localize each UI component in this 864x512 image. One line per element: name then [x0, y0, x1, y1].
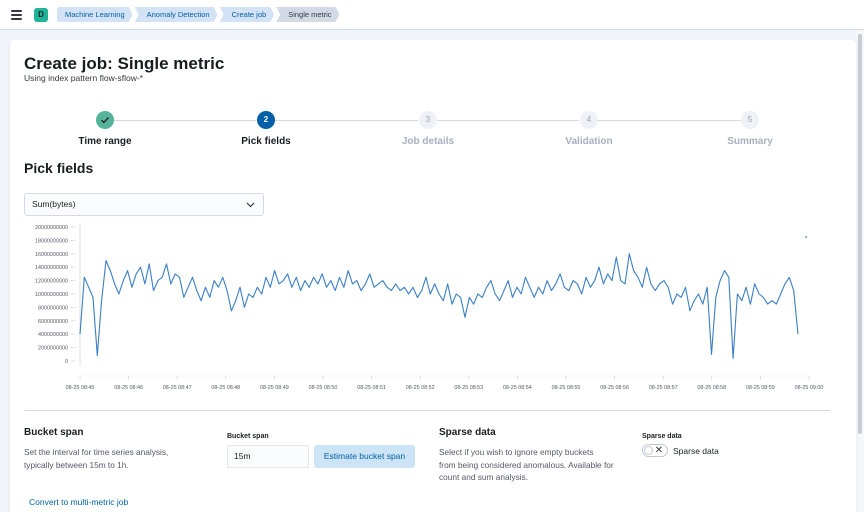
top-bar: D Machine Learning Anomaly Detection Cre… [0, 0, 864, 30]
main-panel [10, 40, 856, 512]
page-title: Create job: Single metric [24, 54, 225, 73]
sparse-data-title: Sparse data [439, 427, 496, 438]
step-connector [598, 120, 741, 121]
step-1-label[interactable]: Time range [45, 136, 165, 147]
step-connector [275, 120, 418, 121]
step-2-label[interactable]: Pick fields [206, 136, 326, 147]
space-avatar[interactable]: D [34, 8, 48, 22]
step-4-number[interactable]: 4 [580, 111, 598, 129]
step-3-label[interactable]: Job details [368, 136, 488, 147]
sparse-data-field-label: Sparse data [642, 433, 682, 440]
bucket-span-input[interactable]: 15m [227, 445, 309, 468]
breadcrumb: Machine Learning Anomaly Detection Creat… [57, 7, 342, 22]
step-3-number[interactable]: 3 [419, 111, 437, 129]
section-divider [24, 410, 830, 411]
chevron-down-icon [246, 202, 255, 208]
check-icon [101, 117, 109, 124]
step-5-number[interactable]: 5 [741, 111, 759, 129]
sparse-data-description-line2: from being considered anomalous. Availab… [439, 459, 614, 470]
pick-fields-heading: Pick fields [24, 160, 94, 176]
breadcrumb-create-job[interactable]: Create job [220, 7, 275, 22]
bucket-span-title: Bucket span [24, 427, 84, 438]
sparse-data-toggle[interactable]: ✕ [642, 444, 668, 457]
convert-to-multi-metric-link[interactable]: Convert to multi-metric job [29, 497, 128, 507]
step-2-number[interactable]: 2 [257, 111, 275, 129]
step-connector [114, 120, 256, 121]
menu-icon[interactable] [11, 10, 22, 20]
scrollbar-thumb[interactable] [858, 34, 862, 434]
step-4-label[interactable]: Validation [529, 136, 649, 147]
aggregation-select-value: Sum(bytes) [32, 199, 76, 209]
bucket-span-description-line1: Set the interval for time series analysi… [24, 447, 169, 457]
page-subtitle: Using index pattern flow-sflow-* [24, 73, 144, 83]
bucket-span-description-line2: typically between 15m to 1h. [24, 459, 129, 470]
breadcrumb-machine-learning[interactable]: Machine Learning [57, 7, 133, 22]
aggregation-select[interactable]: Sum(bytes) [24, 193, 264, 216]
sparse-data-description-line3: count and sum analysis. [439, 472, 529, 482]
step-connector [437, 120, 579, 121]
toggle-knob [644, 446, 653, 455]
step-1-complete-icon[interactable] [96, 111, 114, 129]
close-icon: ✕ [654, 445, 663, 456]
breadcrumb-anomaly-detection[interactable]: Anomaly Detection [135, 7, 218, 22]
sparse-data-toggle-label[interactable]: Sparse data [673, 446, 719, 456]
estimate-bucket-span-button[interactable]: Estimate bucket span [314, 445, 415, 468]
sparse-data-description-line1: Select if you wish to ignore empty bucke… [439, 447, 594, 457]
breadcrumb-single-metric: Single metric [276, 7, 339, 22]
bucket-span-field-label: Bucket span [227, 433, 269, 440]
step-5-label[interactable]: Summary [690, 136, 810, 147]
